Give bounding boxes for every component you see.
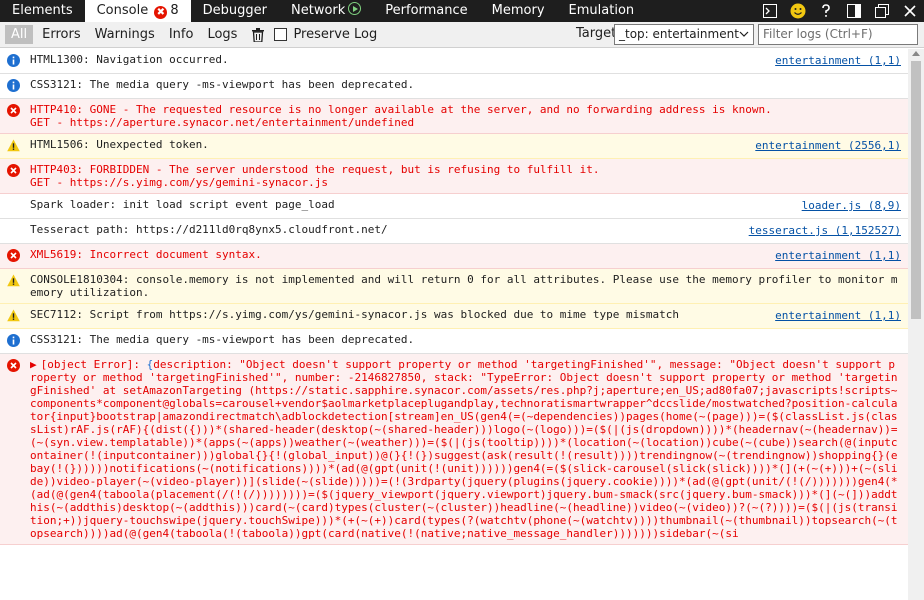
devtools-tab-bar: Elements Console ✖ 8 Debugger Network Per… — [0, 0, 924, 22]
target-value: _top: entertainment — [619, 27, 739, 41]
filter-errors-button[interactable]: Errors — [37, 25, 85, 44]
scrollbar-thumb[interactable] — [911, 61, 921, 319]
info-icon — [7, 79, 20, 92]
warning-icon — [7, 139, 20, 152]
console-message-row: CONSOLE1810304: console.memory is not im… — [0, 269, 908, 304]
console-message-row: Spark loader: init load script event pag… — [0, 194, 908, 219]
console-message-row: HTTP410: GONE - The requested resource i… — [0, 99, 908, 134]
help-icon[interactable] — [812, 0, 840, 22]
preserve-log-label: Preserve Log — [293, 27, 378, 42]
message-text: HTML1300: Navigation occurred. — [30, 53, 229, 66]
console-message-row: HTML1506: Unexpected token. entertainment… — [0, 134, 908, 159]
message-text: CSS3121: The media query -ms-viewport ha… — [30, 333, 415, 346]
console-message-row: CSS3121: The media query -ms-viewport ha… — [0, 329, 908, 354]
source-link[interactable]: entertainment (1,1) — [775, 54, 901, 67]
message-text: HTTP403: FORBIDDEN - The server understo… — [30, 163, 600, 189]
warning-icon — [7, 274, 20, 287]
filter-logs-placeholder: Filter logs (Ctrl+F) — [763, 27, 873, 41]
message-text: XML5619: Incorrect document syntax. — [30, 248, 262, 261]
error-object-row[interactable]: ▶ [object Error]: {description: "Object d… — [0, 354, 908, 545]
tab-label: Console — [96, 3, 149, 18]
target-select[interactable]: _top: entertainment — [614, 24, 754, 45]
console-message-row: HTTP403: FORBIDDEN - The server understo… — [0, 159, 908, 194]
message-text: CSS3121: The media query -ms-viewport ha… — [30, 78, 415, 91]
trash-icon[interactable] — [252, 27, 265, 42]
tab-performance[interactable]: Performance — [373, 0, 479, 22]
close-icon[interactable] — [896, 0, 924, 22]
filter-logs-input[interactable]: Filter logs (Ctrl+F) — [758, 24, 918, 45]
message-text: HTML1506: Unexpected token. — [30, 138, 209, 151]
error-icon — [7, 104, 20, 117]
tab-label: Memory — [491, 3, 545, 18]
tab-label: Emulation — [568, 3, 635, 18]
chevron-down-icon — [739, 31, 749, 37]
info-icon — [7, 54, 20, 67]
error-count: 8 — [170, 3, 179, 18]
record-icon — [348, 2, 362, 15]
error-object-text: ▶ [object Error]: {description: "Object d… — [30, 358, 898, 540]
tab-memory[interactable]: Memory — [480, 0, 557, 22]
log-scrollbar[interactable] — [908, 49, 924, 600]
info-icon — [7, 334, 20, 347]
tab-elements[interactable]: Elements — [0, 0, 85, 22]
tab-console[interactable]: Console ✖ 8 — [84, 0, 191, 22]
message-text: CONSOLE1810304: console.memory is not im… — [30, 273, 898, 299]
filter-info-button[interactable]: Info — [164, 25, 199, 44]
source-link[interactable]: tesseract.js (1,152527) — [749, 224, 901, 237]
error-icon — [7, 359, 20, 372]
tab-label: Elements — [12, 3, 73, 18]
source-link[interactable]: loader.js (8,9) — [802, 199, 901, 212]
source-link[interactable]: entertainment (1,1) — [775, 309, 901, 322]
smiley-icon[interactable] — [784, 0, 812, 22]
console-message-row: SEC7112: Script from https://s.yimg.com/… — [0, 304, 908, 329]
warning-icon — [7, 309, 20, 322]
filter-all-button[interactable]: All — [5, 25, 34, 44]
console-toggle-icon[interactable] — [756, 0, 784, 22]
console-message-row: Tesseract path: https://d211ld0rq8ynx5.c… — [0, 219, 908, 244]
console-filter-bar: All Errors Warnings Info Logs Preserve L… — [0, 22, 924, 48]
filter-warnings-button[interactable]: Warnings — [90, 25, 160, 44]
error-icon — [7, 164, 20, 177]
restore-icon[interactable] — [868, 0, 896, 22]
message-text: HTTP410: GONE - The requested resource i… — [30, 103, 772, 129]
console-log: HTML1300: Navigation occurred. entertainm… — [0, 49, 908, 600]
console-message-row: XML5619: Incorrect document syntax. enter… — [0, 244, 908, 269]
preserve-log-checkbox[interactable] — [274, 28, 288, 41]
tab-network[interactable]: Network — [279, 0, 373, 22]
error-object-prefix: [object Error]: — [40, 358, 147, 371]
source-link[interactable]: entertainment (1,1) — [775, 249, 901, 262]
expand-arrow-icon[interactable]: ▶ — [30, 358, 37, 371]
console-message-row: CSS3121: The media query -ms-viewport ha… — [0, 74, 908, 99]
dock-icon[interactable] — [840, 0, 868, 22]
tab-debugger[interactable]: Debugger — [191, 0, 279, 22]
tab-label: Debugger — [202, 3, 267, 18]
error-object-body: description: "Object doesn't support pro… — [30, 358, 898, 540]
target-label: Target — [576, 26, 617, 41]
message-text: Tesseract path: https://d211ld0rq8ynx5.c… — [30, 223, 388, 236]
scroll-up-icon[interactable] — [912, 51, 920, 56]
tab-label: Network — [291, 3, 346, 18]
tab-label: Performance — [385, 3, 468, 18]
console-message-row: HTML1300: Navigation occurred. entertainm… — [0, 49, 908, 74]
source-link[interactable]: entertainment (2556,1) — [755, 139, 901, 152]
error-icon — [7, 249, 20, 262]
tab-emulation[interactable]: Emulation — [557, 0, 647, 22]
message-text: SEC7112: Script from https://s.yimg.com/… — [30, 308, 680, 321]
message-text: Spark loader: init load script event pag… — [30, 198, 335, 211]
error-count-icon: ✖ — [154, 6, 168, 19]
filter-logs-button[interactable]: Logs — [202, 25, 242, 44]
